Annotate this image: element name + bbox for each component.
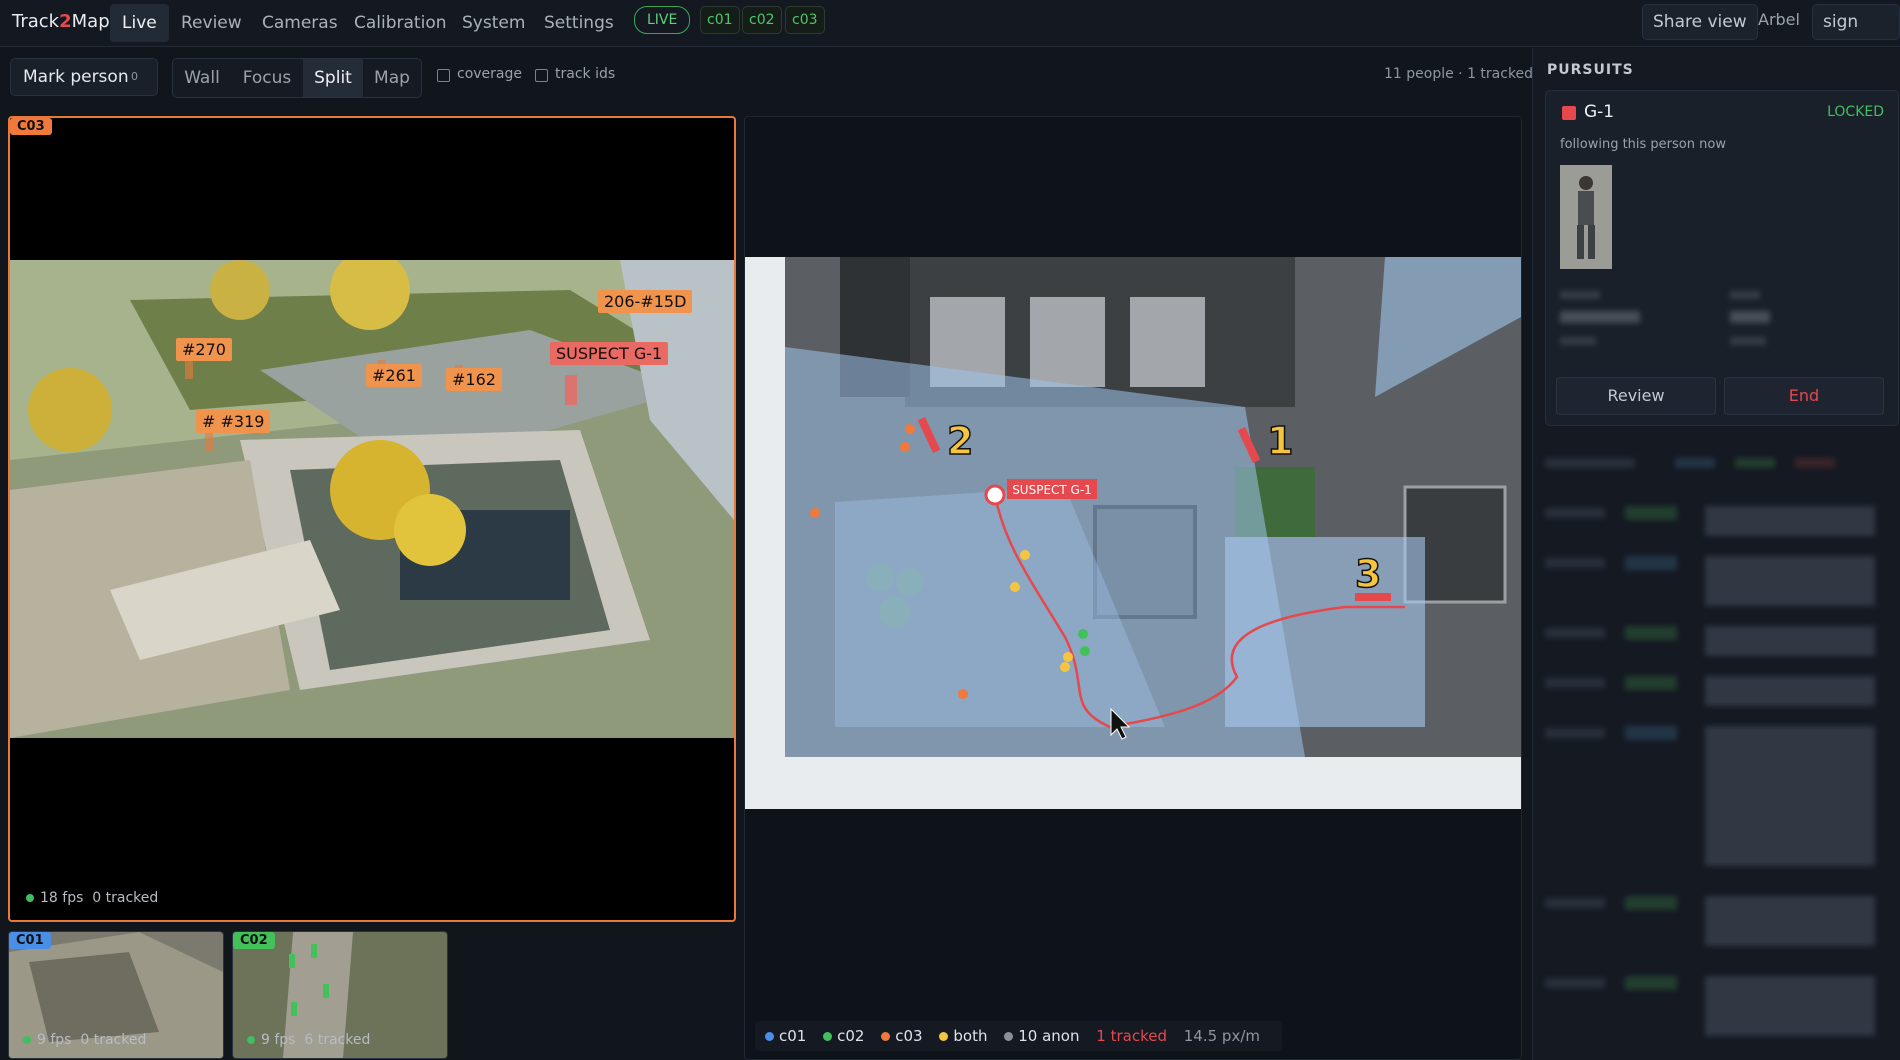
coverage-label: coverage: [457, 66, 522, 82]
pursuits-panel: PURSUITS G-1 LOCKED following this perso…: [1532, 48, 1900, 1060]
app-logo[interactable]: Track2Map: [12, 11, 110, 32]
track-label[interactable]: #270: [176, 338, 232, 361]
map-legend: c01 c02 c03 both 10 anon 1 tracked 14.5 …: [755, 1021, 1282, 1051]
camera-image: [10, 260, 734, 738]
track-label[interactable]: # #319: [196, 410, 271, 433]
cam-chip-c03[interactable]: c03: [785, 6, 825, 34]
event-log-obscured: [1545, 458, 1895, 1058]
pursuit-review-button[interactable]: Review: [1556, 377, 1716, 415]
thumb-tag: C01: [9, 932, 51, 949]
people-summary: 11 people · 1 tracked: [1384, 66, 1534, 82]
tracked-value: 0 tracked: [80, 1032, 147, 1048]
pursuit-end-button[interactable]: End: [1724, 377, 1884, 415]
camera-thumb-c01[interactable]: C01 9 fps 0 tracked: [8, 931, 224, 1059]
pursuit-color-icon: [1562, 106, 1576, 120]
view-mode-switch: Wall Focus Split Map: [172, 58, 422, 98]
track-label[interactable]: #261: [366, 364, 422, 387]
legend-c03[interactable]: c03: [881, 1027, 923, 1045]
status-dot-icon: [247, 1036, 255, 1044]
track-ids-checkbox[interactable]: [535, 69, 548, 82]
legend-anon[interactable]: 10 anon: [1004, 1027, 1080, 1045]
tracked-value: 6 tracked: [304, 1032, 371, 1048]
status-dot-icon: [23, 1036, 31, 1044]
suspect-label[interactable]: SUSPECT G-1: [550, 342, 669, 365]
thumb-status: 9 fps 6 tracked: [247, 1032, 370, 1048]
nav-live[interactable]: Live: [110, 4, 169, 42]
mark-person-count: 0: [131, 70, 138, 83]
legend-c01[interactable]: c01: [765, 1027, 806, 1045]
camera-thumb-c02[interactable]: C02 9 fps 6 tracked: [232, 931, 448, 1059]
legend-dot-icon: [939, 1032, 949, 1041]
pursuit-note: following this person now: [1560, 137, 1726, 152]
mark-person-label: Mark person: [23, 67, 129, 87]
legend-c02[interactable]: c02: [823, 1027, 864, 1045]
user-name: Arbel: [1758, 10, 1800, 29]
legend-dot-icon: [823, 1032, 833, 1041]
map-camera-number[interactable]: 2: [946, 418, 974, 464]
nav-review[interactable]: Review: [169, 4, 254, 42]
map-camera-number[interactable]: 3: [1354, 551, 1382, 597]
pursuit-card[interactable]: G-1 LOCKED following this person now Rev…: [1545, 90, 1899, 426]
pursuit-id: G-1: [1584, 102, 1615, 122]
nav-system[interactable]: System: [450, 4, 537, 42]
legend-dot-icon: [881, 1032, 891, 1041]
fps-value: 9 fps: [37, 1032, 72, 1048]
share-view-button[interactable]: Share view: [1642, 4, 1758, 40]
map-scale: 14.5 px/m: [1183, 1027, 1260, 1045]
coverage-checkbox[interactable]: [437, 69, 450, 82]
legend-tracked: 1 tracked: [1096, 1027, 1167, 1045]
floor-map-panel[interactable]: SUSPECT G-1 2 1 3 c01 c02 c03 both 10 an…: [744, 116, 1522, 1060]
sign-out-button[interactable]: sign out: [1812, 4, 1900, 66]
suspect-photo[interactable]: [1560, 165, 1612, 269]
pursuit-details-obscured: [1560, 291, 1880, 361]
track-label[interactable]: #162: [446, 368, 502, 391]
map-camera-number[interactable]: 1: [1266, 418, 1294, 464]
legend-dot-icon: [765, 1032, 774, 1041]
pursuits-title: PURSUITS: [1547, 62, 1634, 78]
tracked-value: 0 tracked: [92, 890, 159, 906]
pursuit-state-badge: LOCKED: [1827, 104, 1884, 120]
thumb-status: 9 fps 0 tracked: [23, 1032, 146, 1048]
legend-dot-icon: [1004, 1032, 1014, 1041]
live-badge: LIVE: [634, 6, 691, 34]
status-dot-icon: [26, 894, 34, 902]
camera-feed-c03[interactable]: C03 #270 #261 #162 # #319 206-#15D SUSPE…: [8, 116, 736, 922]
track-ids-label: track ids: [555, 66, 616, 82]
view-map[interactable]: Map: [363, 59, 421, 97]
top-bar: Track2Map Live Review Cameras Calibratio…: [0, 0, 1900, 66]
brand-accent: 2: [59, 11, 72, 32]
legend-both[interactable]: both: [939, 1027, 987, 1045]
view-focus[interactable]: Focus: [231, 59, 303, 97]
nav-settings[interactable]: Settings: [532, 4, 626, 42]
view-split[interactable]: Split: [303, 59, 363, 97]
track-label[interactable]: 206-#15D: [598, 290, 693, 313]
mark-person-button[interactable]: Mark person 0: [10, 58, 158, 96]
cam-chip-c01[interactable]: c01: [700, 6, 740, 34]
map-suspect-label[interactable]: SUSPECT G-1: [1012, 483, 1092, 497]
cam-chip-c02[interactable]: c02: [742, 6, 782, 34]
brand-text-end: Map: [71, 11, 110, 32]
thumb-tag: C02: [233, 932, 275, 949]
camera-tag-c03: C03: [10, 118, 52, 135]
fps-value: 18 fps: [40, 890, 84, 906]
nav-cameras[interactable]: Cameras: [250, 4, 350, 42]
camera-status: 18 fps 0 tracked: [26, 890, 158, 906]
fps-value: 9 fps: [261, 1032, 296, 1048]
brand-text: Track: [12, 11, 60, 32]
floor-map[interactable]: SUSPECT G-1 2 1 3: [745, 257, 1521, 809]
view-wall[interactable]: Wall: [173, 59, 231, 97]
nav-calibration[interactable]: Calibration: [342, 4, 459, 42]
